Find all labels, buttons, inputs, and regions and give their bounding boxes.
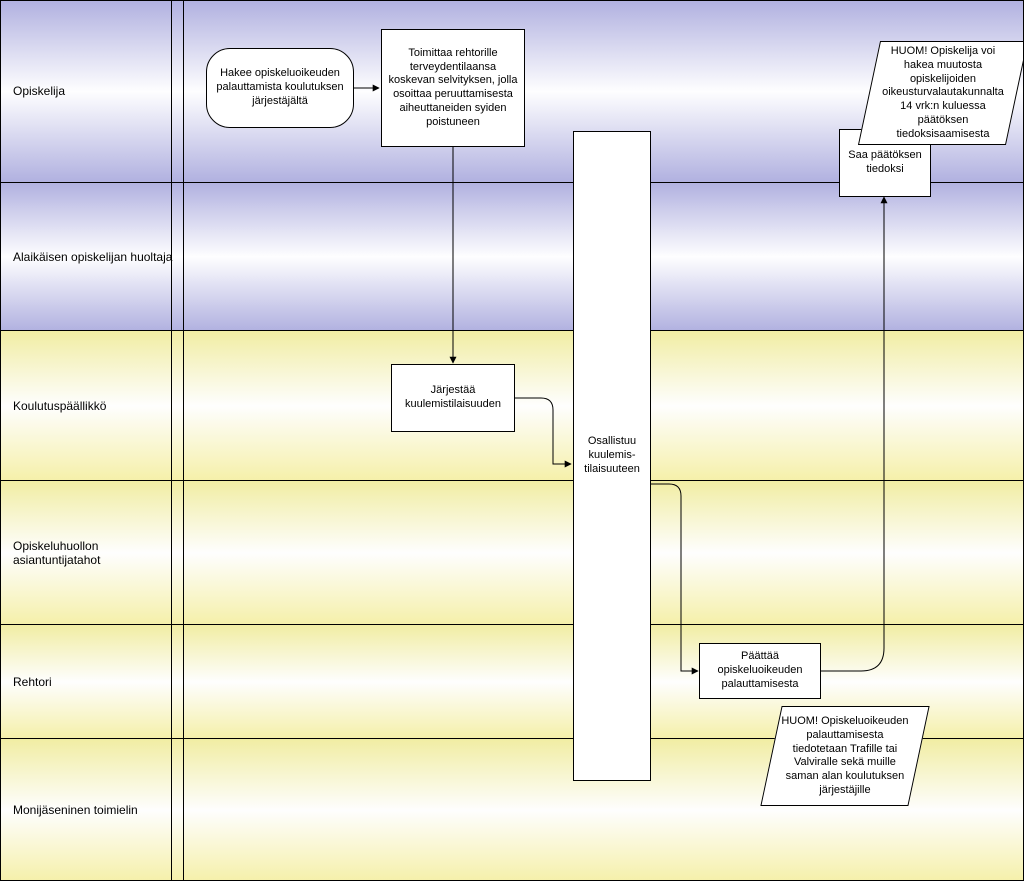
node-osallistuu: Osallistuu kuulemis-tilaisuuteen — [573, 131, 651, 781]
lane-opiskeluhuolto: Opiskeluhuollon asiantuntijatahot — [1, 480, 1023, 625]
node-toimittaa: Toimittaa rehtorille terveydentilaansa k… — [381, 29, 525, 147]
lane-label: Rehtori — [1, 625, 184, 739]
lane-label: Opiskelija — [1, 1, 184, 182]
swimlane-diagram: Opiskelija Alaikäisen opiskelijan huolta… — [0, 0, 1024, 881]
lane-label: Alaikäisen opiskelijan huoltaja — [1, 183, 184, 331]
note-text: HUOM! Opiskeluoikeuden palauttamisesta t… — [772, 711, 918, 802]
lane-huoltaja: Alaikäisen opiskelijan huoltaja — [1, 182, 1023, 331]
note-text: HUOM! Opiskelija voi hakea muutosta opis… — [870, 41, 1016, 145]
node-start: Hakee opiskeluoikeuden palauttamista kou… — [206, 48, 354, 128]
note-tiedotus: HUOM! Opiskeluoikeuden palauttamisesta t… — [760, 706, 929, 806]
lane-label: Opiskeluhuollon asiantuntijatahot — [1, 481, 184, 625]
node-paattaa: Päättää opiskeluoikeuden palauttamisesta — [699, 643, 821, 699]
note-muutoshaku: HUOM! Opiskelija voi hakea muutosta opis… — [858, 41, 1024, 145]
lane-header-separator — [171, 1, 172, 880]
lane-label: Monijäseninen toimielin — [1, 739, 184, 881]
node-jarjestaa: Järjestää kuulemistilaisuuden — [391, 364, 515, 432]
lane-label: Koulutuspäällikkö — [1, 331, 184, 481]
